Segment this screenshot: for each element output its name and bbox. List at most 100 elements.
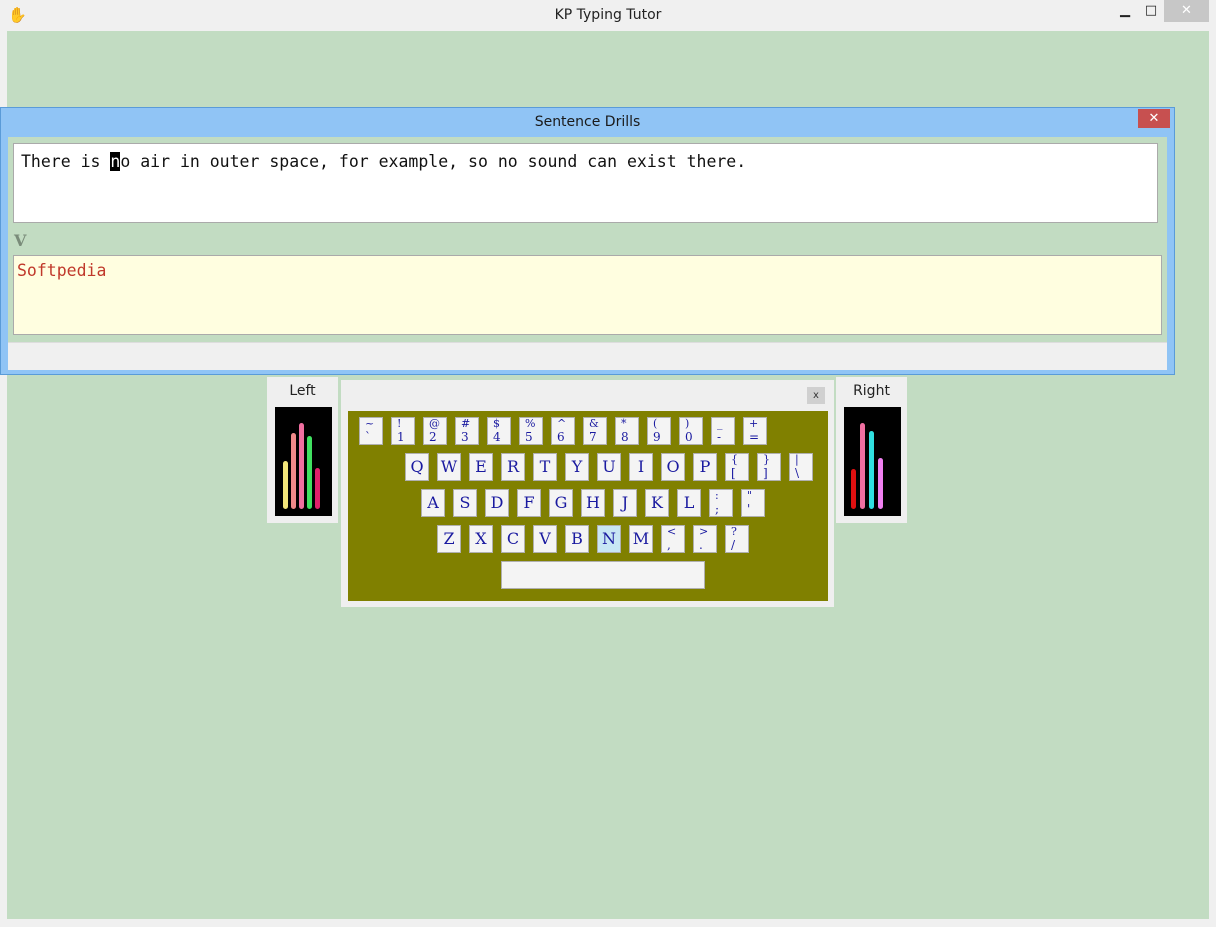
window-title: KP Typing Tutor — [554, 7, 662, 23]
target-text-before: There is — [21, 152, 111, 171]
key-o[interactable]: O — [661, 453, 685, 481]
key-7[interactable]: & 7 — [583, 417, 607, 445]
key-8[interactable]: * 8 — [615, 417, 639, 445]
key-w[interactable]: W — [437, 453, 461, 481]
key-semicolon[interactable]: :; — [709, 489, 733, 517]
key-comma[interactable]: <, — [661, 525, 685, 553]
left-finger-bar-2 — [291, 433, 296, 509]
key-shift-label: > — [699, 525, 709, 538]
key-j[interactable]: J — [613, 489, 637, 517]
key-1[interactable]: ! 1 — [391, 417, 415, 445]
key-shift-label: " — [747, 489, 753, 502]
key-shift-label: : — [715, 489, 719, 502]
key-shift-label: $ — [493, 417, 500, 430]
key-z[interactable]: Z — [437, 525, 461, 553]
key-bracket-left[interactable]: {[ — [725, 453, 749, 481]
key-a[interactable]: A — [421, 489, 445, 517]
dialog-body: There is no air in outer space, for exam… — [8, 137, 1167, 370]
key-x[interactable]: X — [469, 525, 493, 553]
key-shift-label: ^ — [557, 417, 567, 430]
keyboard: ~ ` ! 1 @2 #3 $4 % 5 ^ 6 & 7 * 8 (9 ) 0 _ - + = Q W E R T Y U I O P {[}]… — [348, 411, 828, 601]
key-shift-label: ! — [397, 417, 402, 430]
key-base-label: 9 — [653, 430, 661, 444]
key-q[interactable]: Q — [405, 453, 429, 481]
left-finger-bar-4 — [307, 436, 312, 509]
key-m[interactable]: M — [629, 525, 653, 553]
key-9[interactable]: (9 — [647, 417, 671, 445]
key-u[interactable]: U — [597, 453, 621, 481]
typed-text: Softpedia — [17, 261, 107, 280]
key-0[interactable]: ) 0 — [679, 417, 703, 445]
key-base-label: 4 — [493, 430, 501, 444]
key-bracket-right[interactable]: }] — [757, 453, 781, 481]
key-l[interactable]: L — [677, 489, 701, 517]
right-finger-graph — [844, 407, 901, 516]
status-bar — [8, 342, 1167, 370]
left-finger-bar-1 — [283, 461, 288, 509]
next-character-indicator: V — [14, 231, 27, 250]
key-shift-label: + — [749, 417, 759, 430]
key-base-label: 3 — [461, 430, 469, 444]
close-button[interactable]: ✕ — [1164, 0, 1209, 22]
key-t[interactable]: T — [533, 453, 557, 481]
key-base-label: ] — [763, 466, 768, 480]
right-finger-bar-2 — [860, 423, 865, 509]
key-backtick[interactable]: ~ ` — [359, 417, 383, 445]
key-base-label: , — [667, 538, 671, 552]
key-b[interactable]: B — [565, 525, 589, 553]
keyboard-panel: x ~ ` ! 1 @2 #3 $4 % 5 ^ 6 & 7 * 8 (9 ) 0 _ - + = Q W E R T Y U I O P {[… — [341, 380, 834, 607]
key-base-label: ` — [365, 430, 371, 444]
key-s[interactable]: S — [453, 489, 477, 517]
key-minus[interactable]: _ - — [711, 417, 735, 445]
left-hand-panel: Left — [267, 377, 338, 523]
key-c[interactable]: C — [501, 525, 525, 553]
key-6[interactable]: ^ 6 — [551, 417, 575, 445]
key-r[interactable]: R — [501, 453, 525, 481]
key-4[interactable]: $4 — [487, 417, 511, 445]
left-hand-label: Left — [289, 383, 316, 399]
key-shift-label: * — [621, 417, 627, 430]
maximize-button[interactable]: □ — [1138, 0, 1164, 22]
key-f[interactable]: F — [517, 489, 541, 517]
typing-input-box[interactable]: Softpedia — [13, 255, 1162, 335]
title-bar: ✋ KP Typing Tutor ▁ □ ✕ — [0, 0, 1216, 31]
right-finger-bar-1 — [851, 469, 856, 509]
key-5[interactable]: % 5 — [519, 417, 543, 445]
minimize-button[interactable]: ▁ — [1112, 0, 1138, 22]
dialog-close-button[interactable]: ✕ — [1138, 109, 1170, 128]
key-equals[interactable]: + = — [743, 417, 767, 445]
key-base-label: \ — [795, 466, 800, 480]
key-base-label: 6 — [557, 430, 565, 444]
key-backslash[interactable]: | \ — [789, 453, 813, 481]
key-quote[interactable]: " ' — [741, 489, 765, 517]
key-base-label: ' — [747, 502, 751, 516]
key-base-label: = — [749, 430, 760, 444]
key-shift-label: & — [589, 417, 599, 430]
key-shift-label: < — [667, 525, 677, 538]
key-k[interactable]: K — [645, 489, 669, 517]
left-finger-graph — [275, 407, 332, 516]
key-base-label: 8 — [621, 430, 629, 444]
key-base-label: - — [717, 430, 722, 444]
key-slash[interactable]: ? / — [725, 525, 749, 553]
key-base-label: / — [731, 538, 736, 552]
key-period[interactable]: >. — [693, 525, 717, 553]
key-h[interactable]: H — [581, 489, 605, 517]
key-g[interactable]: G — [549, 489, 573, 517]
target-sentence-box: There is no air in outer space, for exam… — [13, 143, 1158, 223]
key-d[interactable]: D — [485, 489, 509, 517]
left-finger-bar-3 — [299, 423, 304, 509]
key-base-label: 0 — [685, 430, 693, 444]
key-v[interactable]: V — [533, 525, 557, 553]
key-space[interactable] — [501, 561, 705, 589]
key-shift-label: } — [763, 453, 770, 466]
key-n[interactable]: N — [597, 525, 621, 553]
key-base-label: [ — [731, 466, 736, 480]
key-y[interactable]: Y — [565, 453, 589, 481]
key-3[interactable]: #3 — [455, 417, 479, 445]
key-p[interactable]: P — [693, 453, 717, 481]
key-i[interactable]: I — [629, 453, 653, 481]
keyboard-close-button[interactable]: x — [807, 387, 825, 404]
key-e[interactable]: E — [469, 453, 493, 481]
key-2[interactable]: @2 — [423, 417, 447, 445]
